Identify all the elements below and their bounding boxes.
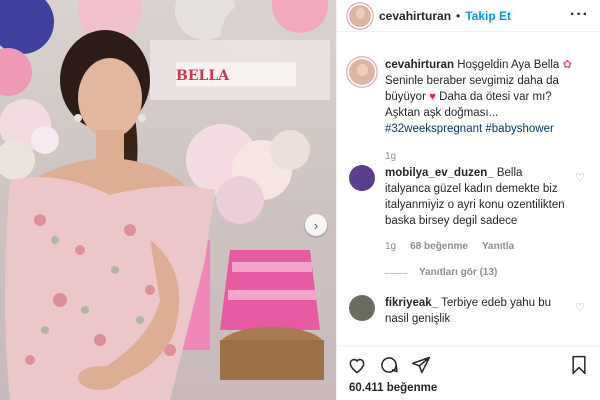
heart-icon[interactable]: ♡ [575, 301, 585, 314]
more-horizontal-icon[interactable]: ··· [570, 6, 589, 24]
follow-button[interactable]: Takip Et [465, 9, 511, 23]
banner-text: BELLA [176, 68, 230, 84]
comment-icon[interactable] [379, 355, 399, 375]
avatar[interactable] [349, 4, 371, 27]
heart-icon[interactable] [347, 355, 367, 375]
flower-emoji: ✿ [562, 59, 573, 71]
likes-count[interactable]: 60.411 beğenme [349, 382, 437, 394]
view-replies-button[interactable]: Yanıtları gör (13) [385, 265, 565, 281]
bookmark-icon[interactable] [569, 355, 589, 375]
avatar[interactable] [349, 165, 375, 191]
caption-text-line1: Hoşgeldin Aya Bella [457, 59, 560, 71]
avatar[interactable] [349, 59, 375, 85]
comments-list[interactable]: cevahirturan Hoşgeldin Aya Bella ✿ Senin… [337, 33, 600, 345]
caption-username[interactable]: cevahirturan [385, 59, 454, 71]
heart-icon[interactable]: ♡ [575, 171, 585, 184]
hashtag-link[interactable]: #babyshower [485, 123, 553, 135]
comment-username[interactable]: fikriyeak_ [385, 297, 438, 309]
caption: cevahirturan Hoşgeldin Aya Bella ✿ Senin… [349, 57, 589, 165]
chevron-right-icon: › [313, 217, 319, 233]
comment-username[interactable]: mobilya_ev_duzen_ [385, 167, 494, 179]
comment-meta: 1g 68 beğenme Yanıtla [385, 239, 565, 255]
caption-timestamp[interactable]: 1g [385, 149, 585, 165]
separator-dot: • [456, 8, 461, 23]
comment-item: mobilya_ev_duzen_ Bella italyanca güzel … [349, 165, 589, 281]
post-photo[interactable]: BELLA › [0, 0, 336, 400]
reply-button[interactable]: Yanıtla [482, 239, 514, 255]
hashtag-link[interactable]: #32weekspregnant [385, 123, 482, 135]
view-replies-label: Yanıtları gör (13) [419, 267, 498, 278]
save-button[interactable] [569, 355, 589, 378]
replies-divider [385, 272, 407, 274]
share-icon[interactable] [411, 355, 431, 375]
comment-item: fikriyeak_ Terbiye edeb yahu bu nasil ge… [349, 295, 589, 327]
avatar[interactable] [349, 295, 375, 321]
post-details-panel: cevahirturan • Takip Et ··· cevahirturan… [336, 0, 600, 400]
post-header: cevahirturan • Takip Et ··· [337, 0, 600, 32]
header-username[interactable]: cevahirturan [379, 9, 451, 23]
comment-likes[interactable]: 68 beğenme [410, 239, 468, 255]
post-actions: 60.411 beğenme [337, 345, 600, 400]
heart-emoji: ♥ [429, 91, 436, 103]
next-photo-button[interactable]: › [305, 214, 327, 236]
photo-illustration: BELLA [0, 0, 330, 400]
action-icons [347, 355, 431, 375]
comment-timestamp[interactable]: 1g [385, 239, 396, 255]
